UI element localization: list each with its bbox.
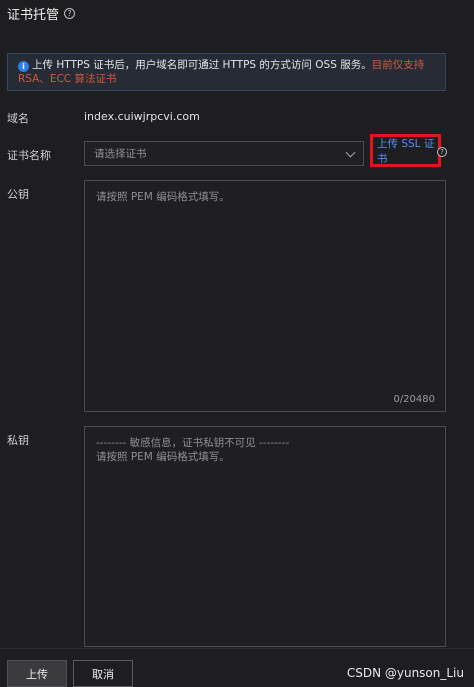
upload-ssl-cert-link[interactable]: 上传 SSL 证书 [370,134,441,167]
cert-select[interactable]: 请选择证书 [84,141,364,166]
footer-divider [0,648,474,649]
help-icon[interactable]: ? [437,147,447,157]
private-key-textarea[interactable]: -------- 敏感信息，证书私钥不可见 -------- 请按照 PEM 编… [84,426,446,647]
public-key-placeholder: 请按照 PEM 编码格式填写。 [96,191,230,203]
chevron-down-icon [345,147,356,158]
upload-ssl-cert-label: 上传 SSL 证书 [377,137,435,165]
alert-text: 上传 HTTPS 证书后，用户域名即可通过 HTTPS 的方式访问 OSS 服务… [32,59,372,71]
upload-button[interactable]: 上传 [7,660,67,687]
private-key-label: 私钥 [7,434,29,447]
private-key-placeholder: 请按照 PEM 编码格式填写。 [96,451,230,463]
info-icon: i [18,61,29,72]
public-key-textarea[interactable]: 请按照 PEM 编码格式填写。 0/20480 [84,180,446,412]
public-key-char-counter: 0/20480 [393,394,435,405]
private-key-sensitive-notice: -------- 敏感信息，证书私钥不可见 -------- [96,437,290,449]
watermark: CSDN @yunson_Liu [346,666,464,680]
cancel-button[interactable]: 取消 [73,660,133,687]
page-title: 证书托管 [7,7,60,23]
cert-name-label: 证书名称 [7,149,51,162]
help-icon[interactable]: ? [64,7,76,19]
info-alert: i 上传 HTTPS 证书后，用户域名即可通过 HTTPS 的方式访问 OSS 服… [7,53,446,91]
domain-value: index.cuiwjrpcvi.com [84,110,200,123]
cert-select-placeholder: 请选择证书 [94,148,147,160]
public-key-label: 公钥 [7,188,29,201]
drawer-header: 证书托管 ? [0,0,474,26]
domain-label: 域名 [7,112,29,125]
